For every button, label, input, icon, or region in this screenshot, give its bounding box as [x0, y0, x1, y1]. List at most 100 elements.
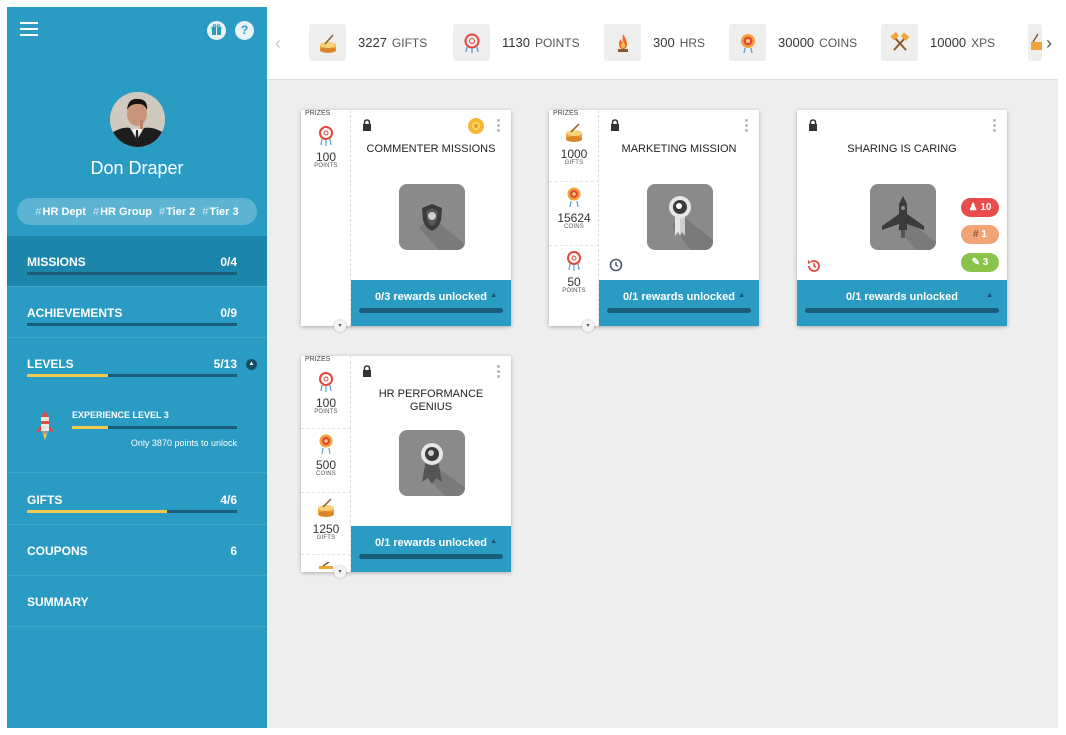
prize-item: 50 POINTS — [549, 250, 599, 308]
tag-tier-3[interactable]: #Tier 3 — [202, 206, 238, 218]
lock-icon — [808, 118, 818, 131]
stat-xps: 10000 XPS — [881, 24, 995, 61]
card-title: COMMENTER MISSIONS — [366, 143, 496, 155]
coin-icon — [729, 24, 766, 61]
badge-hash: # 1 — [961, 225, 999, 244]
tag-hr-dept[interactable]: #HR Dept — [35, 206, 86, 218]
rewards-footer[interactable]: 0/1 rewards unlocked ▲ — [351, 526, 511, 572]
gift-drum-icon — [566, 123, 582, 142]
card-title: HR PERFORMANCE GENIUS — [378, 388, 484, 413]
prize-item: 100 POINTS — [301, 125, 351, 183]
chevron-right-icon[interactable]: › — [1046, 33, 1052, 54]
prize-item: 1000 GIFTS — [549, 122, 599, 182]
user-tags: #HR Dept #HR Group #Tier 2 #Tier 3 — [17, 198, 257, 225]
rocket-icon — [870, 184, 936, 250]
stat-partial — [1028, 24, 1042, 61]
app-window: ? Don Draper #HR Dept #HR Group #Tier 2 … — [7, 7, 1058, 728]
more-options-icon[interactable] — [745, 119, 749, 133]
clock-icon — [609, 258, 623, 272]
caret-up-icon[interactable]: ▲ — [490, 538, 497, 545]
lock-icon — [362, 118, 372, 131]
dreamcatcher-icon — [319, 126, 333, 146]
user-icon: ♟ — [968, 202, 978, 213]
history-icon — [806, 258, 822, 274]
coin-icon — [319, 434, 333, 455]
scroll-down-icon[interactable]: ▾ — [582, 320, 594, 332]
stats-bar: ‹ 3227 GIFTS 1130 POINTS 300 HRS 30000 C… — [267, 7, 1058, 80]
mission-card-commenter[interactable]: PRIZES 100 POINTS COMMENTER MISSIONS 0/3… — [301, 110, 511, 332]
sidebar: ? Don Draper #HR Dept #HR Group #Tier 2 … — [7, 7, 267, 728]
sidebar-item-achievements[interactable]: ACHIEVEMENTS 0/9 — [7, 287, 267, 338]
card-title: SHARING IS CARING — [847, 143, 957, 155]
unlock-icon: ✎ — [971, 257, 981, 268]
more-options-icon[interactable] — [993, 119, 997, 133]
stat-points: 1130 POINTS — [453, 24, 580, 61]
rewards-progress — [607, 308, 751, 313]
flame-icon — [604, 24, 641, 61]
prize-item: 100 POINTS — [301, 371, 351, 429]
tag-hr-group[interactable]: #HR Group — [93, 206, 152, 218]
ribbon-icon — [647, 184, 713, 250]
dreamcatcher-icon — [567, 251, 581, 271]
mission-card-marketing[interactable]: PRIZES 1000 GIFTS 15624 COINS 50 POINTS … — [549, 110, 759, 332]
gift-drum-icon — [1028, 24, 1042, 61]
prizes-column: PRIZES 100 POINTS — [301, 110, 351, 326]
gift-icon[interactable] — [207, 21, 226, 40]
prize-item: 15624 COINS — [549, 186, 599, 246]
prizes-column: PRIZES 100 POINTS 500 COINS 1250 GIFTS — [301, 356, 351, 572]
hash-icon: # — [973, 229, 979, 240]
stat-hrs: 300 HRS — [604, 24, 705, 61]
rewards-footer[interactable]: 0/1 rewards unlocked ▲ — [797, 280, 1007, 326]
rewards-footer[interactable]: 0/3 rewards unlocked ▲ — [351, 280, 511, 326]
hamburger-menu-icon[interactable] — [20, 22, 38, 36]
sun-badge-icon — [467, 117, 485, 135]
gift-drum-icon — [318, 498, 334, 517]
gifts-progress — [27, 510, 237, 513]
card-title: MARKETING MISSION — [621, 143, 737, 155]
hammers-icon — [881, 24, 918, 61]
mission-card-hr-performance[interactable]: PRIZES 100 POINTS 500 COINS 1250 GIFTS H… — [301, 356, 511, 578]
sidebar-item-gifts[interactable]: GIFTS 4/6 — [7, 474, 267, 525]
prize-item: 500 COINS — [301, 433, 351, 493]
rewards-progress — [805, 308, 999, 313]
rewards-progress — [359, 308, 503, 313]
badge-users: ♟ 10 — [961, 198, 999, 217]
caret-up-icon[interactable]: ▲ — [986, 292, 993, 299]
achievements-progress — [27, 323, 237, 326]
caret-up-icon[interactable]: ▲ — [738, 292, 745, 299]
stat-gifts: 3227 GIFTS — [309, 24, 427, 61]
chevron-left-icon[interactable]: ‹ — [275, 33, 281, 54]
level-detail-subtitle: Only 3870 points to unlock — [130, 438, 237, 448]
rewards-footer[interactable]: 0/1 rewards unlocked ▲ — [599, 280, 759, 326]
sidebar-item-coupons[interactable]: COUPONS 6 — [7, 525, 267, 576]
medal-icon — [399, 430, 465, 496]
sidebar-item-missions[interactable]: MISSIONS 0/4 — [7, 236, 267, 287]
more-options-icon[interactable] — [497, 365, 501, 379]
gift-drum-icon — [309, 24, 346, 61]
badge-unlock: ✎ 3 — [961, 253, 999, 272]
levels-detail: EXPERIENCE LEVEL 3 Only 3870 points to u… — [7, 360, 267, 473]
rewards-progress — [359, 554, 503, 559]
mission-card-sharing[interactable]: SHARING IS CARING ♟ 10 # 1 ✎ 3 0/1 rewar… — [797, 110, 1007, 326]
dreamcatcher-icon — [453, 24, 490, 61]
more-options-icon[interactable] — [497, 119, 501, 133]
shield-icon — [399, 184, 465, 250]
user-name: Don Draper — [90, 158, 184, 178]
sidebar-item-summary[interactable]: SUMMARY — [7, 576, 267, 627]
prize-item: 1250 GIFTS — [301, 497, 351, 555]
missions-progress — [27, 272, 237, 275]
caret-up-icon[interactable]: ▲ — [490, 292, 497, 299]
prizes-column: PRIZES 1000 GIFTS 15624 COINS 50 POINTS — [549, 110, 599, 326]
dreamcatcher-icon — [319, 372, 333, 392]
rocket-level-icon — [34, 410, 56, 444]
lock-icon — [362, 364, 372, 377]
scroll-down-icon[interactable]: ▾ — [334, 320, 346, 332]
lock-icon — [610, 118, 620, 131]
scroll-down-icon[interactable]: ▾ — [334, 566, 346, 578]
help-icon[interactable]: ? — [235, 21, 254, 40]
tag-tier-2[interactable]: #Tier 2 — [159, 206, 195, 218]
gift-drum-icon — [317, 559, 335, 569]
level-detail-progress — [72, 426, 237, 429]
avatar[interactable] — [110, 92, 165, 147]
coin-icon — [567, 187, 581, 208]
